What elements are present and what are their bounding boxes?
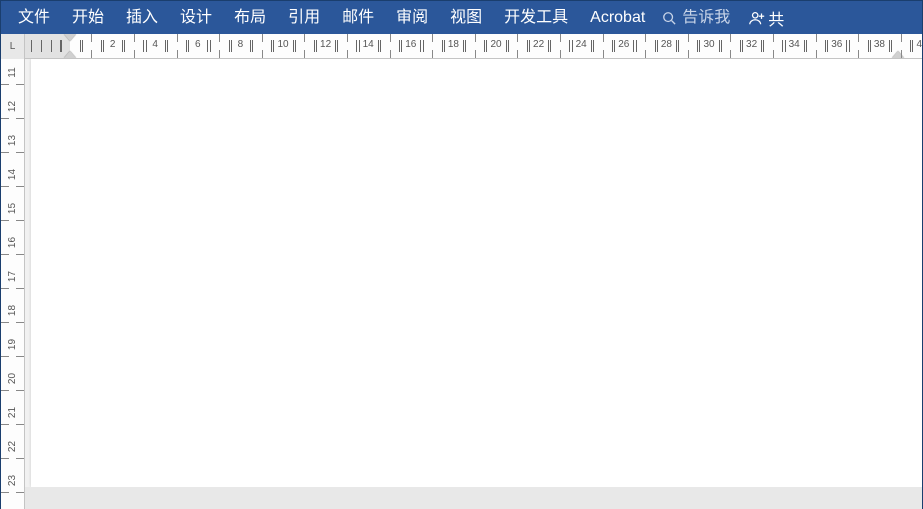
hruler-number: 4 [152,39,158,50]
hruler-number: 38 [874,39,885,50]
vruler-number: 14 [7,163,18,186]
hruler-number: 40 [916,39,922,50]
vruler-number: 22 [7,435,18,458]
vruler-number: 13 [7,129,18,152]
hruler-number: 30 [703,39,714,50]
vruler-number: 20 [7,367,18,390]
tab-mail[interactable]: 邮件 [331,1,385,34]
vertical-ruler[interactable]: 11 12 13 14 15 16 17 18 19 20 21 22 23 [1,59,25,509]
vruler-number: 15 [7,197,18,220]
main-column: 246810121416182022242628303234363840 [25,34,922,509]
tab-review[interactable]: 审阅 [385,1,439,34]
tab-design[interactable]: 设计 [169,1,223,34]
tab-file[interactable]: 文件 [7,1,61,34]
below-page-gap [25,487,922,509]
hruler-number: 20 [490,39,501,50]
hruler-number: 8 [238,39,244,50]
hruler-number: 26 [618,39,629,50]
hruler-number: 6 [195,39,201,50]
vruler-number: 11 [7,61,18,84]
ribbon-tabs-bar: 文件 开始 插入 设计 布局 引用 邮件 审阅 视图 开发工具 Acrobat … [1,1,922,34]
hruler-number: 34 [789,39,800,50]
hruler-number: 14 [363,39,374,50]
vruler-number: 19 [7,333,18,356]
vruler-number: 17 [7,265,18,288]
workspace: L 11121314151617181920212223 24681012141… [1,34,922,509]
hruler-number: 12 [320,39,331,50]
hanging-indent-marker[interactable] [64,51,76,58]
hruler-number: 22 [533,39,544,50]
person-plus-icon [748,9,766,27]
tab-references[interactable]: 引用 [277,1,331,34]
hruler-number: 36 [831,39,842,50]
horizontal-ruler[interactable]: 246810121416182022242628303234363840 [25,34,922,59]
vruler-number: 23 [7,469,18,492]
share-label: 共 [768,6,784,30]
hruler-number: 16 [405,39,416,50]
first-line-indent-marker[interactable] [64,34,76,41]
hruler-number: 10 [277,39,288,50]
tab-home[interactable]: 开始 [61,1,115,34]
hruler-number: 24 [576,39,587,50]
vertical-ruler-column: L 11 12 13 14 15 16 17 18 19 20 21 22 23 [1,34,25,509]
hruler-number: 18 [448,39,459,50]
share-button[interactable]: 共 [742,6,790,30]
vruler-number: 18 [7,299,18,322]
tab-layout[interactable]: 布局 [223,1,277,34]
search-icon [662,11,676,25]
vruler-number: 16 [7,231,18,254]
tab-view[interactable]: 视图 [439,1,493,34]
tab-developer[interactable]: 开发工具 [493,1,579,34]
tell-me-search[interactable] [656,9,742,27]
tell-me-input[interactable] [682,9,736,27]
document-scroll-area[interactable] [25,59,922,509]
hruler-number: 28 [661,39,672,50]
right-indent-marker[interactable] [892,51,904,58]
tab-insert[interactable]: 插入 [115,1,169,34]
vruler-number: 21 [7,401,18,424]
ruler-corner[interactable]: L [1,34,25,59]
document-page[interactable] [31,59,922,487]
hruler-number: 2 [110,39,116,50]
tab-acrobat[interactable]: Acrobat [579,1,656,34]
vruler-number: 12 [7,95,18,118]
hruler-number: 32 [746,39,757,50]
vertical-scrollbar[interactable] [918,84,922,509]
